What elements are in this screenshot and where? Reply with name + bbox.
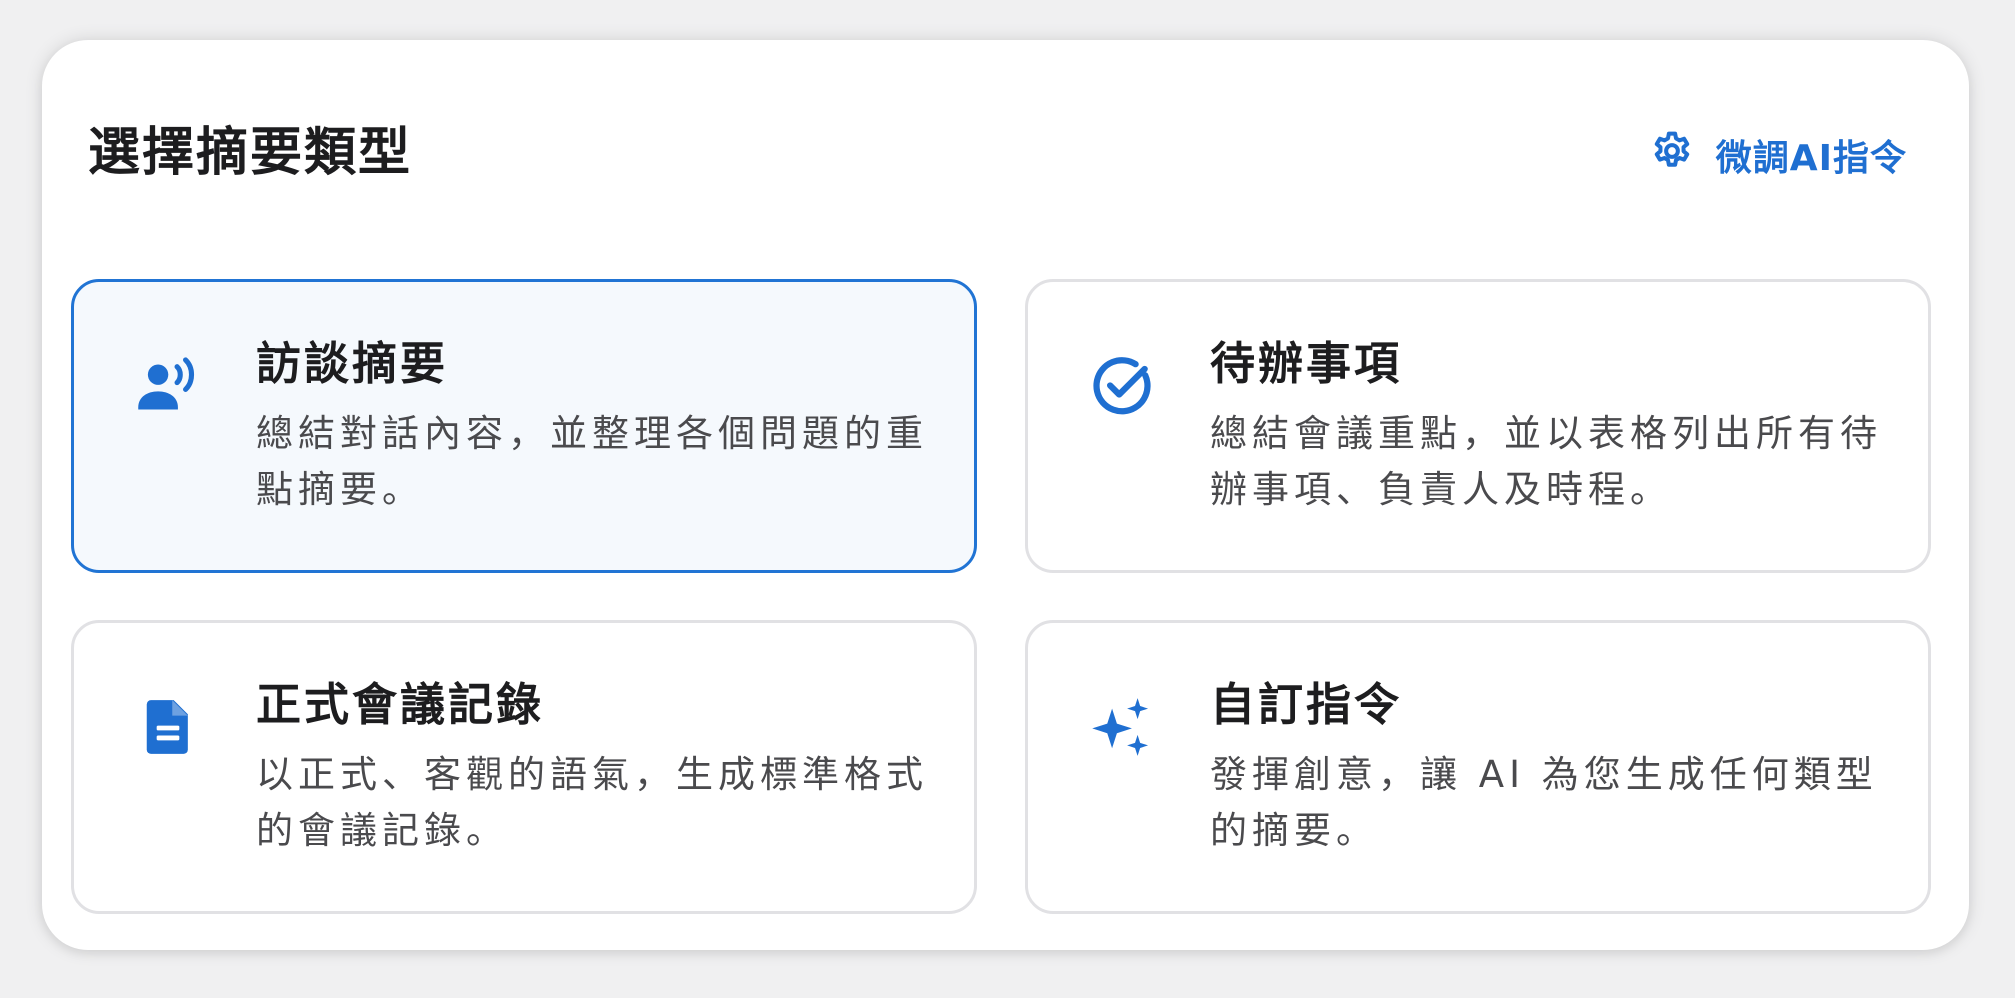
tune-link-label: 微調AI指令 bbox=[1715, 138, 1907, 179]
speaking-person-icon bbox=[132, 350, 204, 422]
card-description: 總結對話內容，並整理各個問題的重點摘要。 bbox=[256, 412, 928, 511]
dialog-title: 選擇摘要類型 bbox=[88, 123, 413, 183]
card-description: 以正式、客觀的語氣，生成標準格式的會議記錄。 bbox=[256, 753, 928, 852]
card-title: 訪談摘要 bbox=[256, 337, 449, 390]
card-interview-summary[interactable]: 訪談摘要 總結對話內容，並整理各個問題的重點摘要。 bbox=[71, 279, 977, 573]
card-custom-prompt[interactable]: 自訂指令 發揮創意，讓 AI 為您生成任何類型的摘要。 bbox=[1025, 620, 1931, 914]
card-title: 自訂指令 bbox=[1210, 678, 1403, 731]
tune-ai-prompt-link[interactable]: 微調AI指令 bbox=[1650, 128, 1907, 182]
card-description: 發揮創意，讓 AI 為您生成任何類型的摘要。 bbox=[1210, 753, 1878, 852]
check-circle-icon bbox=[1086, 350, 1158, 422]
card-title: 正式會議記錄 bbox=[256, 678, 545, 731]
document-icon bbox=[132, 691, 204, 763]
card-title: 待辦事項 bbox=[1210, 337, 1403, 390]
card-description: 總結會議重點，並以表格列出所有待辦事項、負責人及時程。 bbox=[1210, 412, 1882, 511]
card-todo-items[interactable]: 待辦事項 總結會議重點，並以表格列出所有待辦事項、負責人及時程。 bbox=[1025, 279, 1931, 573]
sparkle-icon bbox=[1086, 691, 1158, 763]
card-formal-minutes[interactable]: 正式會議記錄 以正式、客觀的語氣，生成標準格式的會議記錄。 bbox=[71, 620, 977, 914]
gear-icon bbox=[1650, 129, 1694, 182]
